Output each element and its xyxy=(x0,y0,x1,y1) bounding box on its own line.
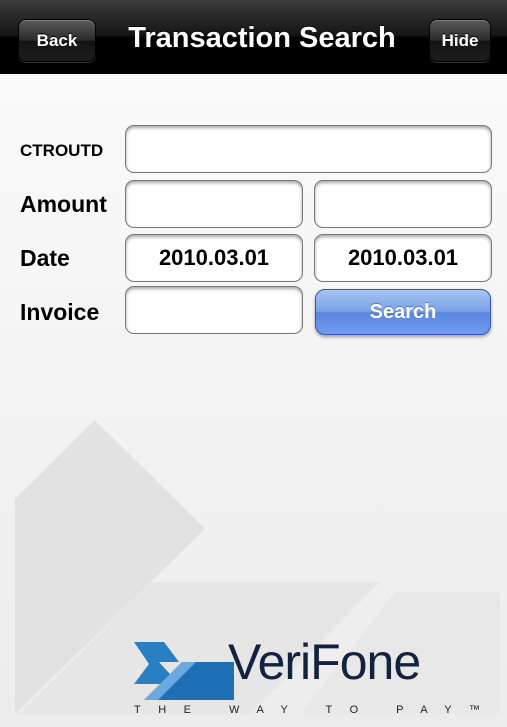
invoice-label: Invoice xyxy=(20,298,100,325)
ctroutd-input[interactable] xyxy=(125,125,492,173)
invoice-input[interactable] xyxy=(125,286,303,334)
date-label: Date xyxy=(20,244,70,271)
ctroutd-label: CTROUTD xyxy=(20,141,104,160)
amount-to-input[interactable] xyxy=(314,180,492,228)
date-to-input[interactable]: 2010.03.01 xyxy=(314,234,492,282)
verifone-tagline: THE WAY TO PAY™ xyxy=(134,704,498,716)
hide-button[interactable]: Hide xyxy=(429,19,491,62)
date-from-input[interactable]: 2010.03.01 xyxy=(125,234,303,282)
navigation-bar: Back Transaction Search Hide xyxy=(0,0,507,74)
back-button[interactable]: Back xyxy=(18,19,96,62)
search-button[interactable]: Search xyxy=(315,289,491,335)
page-title: Transaction Search xyxy=(128,21,396,54)
amount-from-input[interactable] xyxy=(125,180,303,228)
verifone-logo-icon xyxy=(134,642,234,700)
verifone-wordmark: VeriFone xyxy=(228,634,421,690)
amount-label: Amount xyxy=(20,190,107,217)
